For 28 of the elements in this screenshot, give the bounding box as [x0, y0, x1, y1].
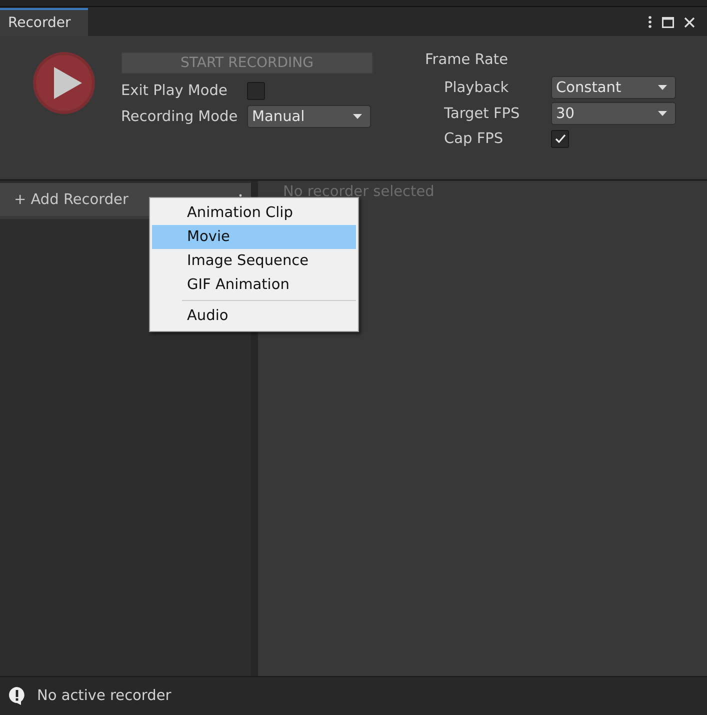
- dropdown[interactable]: 30: [551, 102, 676, 125]
- dropdown[interactable]: Manual: [247, 105, 371, 128]
- field-label: Playback: [444, 80, 510, 96]
- alert-icon: [8, 686, 26, 706]
- dropdown[interactable]: Constant: [551, 76, 676, 99]
- status-text: No active recorder: [37, 688, 172, 704]
- caret-icon: [658, 111, 667, 116]
- window-tab[interactable]: Recorder: [0, 8, 88, 36]
- menu-item[interactable]: GIF Animation: [152, 273, 356, 297]
- more-icon[interactable]: [648, 16, 652, 28]
- menu-item[interactable]: Movie: [152, 225, 356, 249]
- checkbox[interactable]: [247, 82, 265, 100]
- menu-item[interactable]: Animation Clip: [152, 201, 356, 225]
- caret-icon: [658, 85, 667, 90]
- record-play-icon[interactable]: [32, 51, 96, 115]
- close-icon[interactable]: [684, 16, 695, 28]
- field-label: Cap FPS: [444, 131, 504, 147]
- checkmark-icon: [554, 134, 566, 144]
- add-recorder-button[interactable]: + Add Recorder: [0, 192, 128, 208]
- menu-item[interactable]: Audio: [152, 304, 356, 328]
- field-label: Exit Play Mode: [121, 83, 228, 99]
- section-title: Frame Rate: [425, 52, 510, 70]
- maximize-icon[interactable]: [662, 16, 674, 28]
- field-label: Target FPS: [444, 106, 521, 122]
- menu-item[interactable]: Image Sequence: [152, 249, 356, 273]
- field-label: Recording Mode: [121, 108, 239, 124]
- checkbox[interactable]: [551, 130, 569, 148]
- caret-icon: [353, 114, 362, 119]
